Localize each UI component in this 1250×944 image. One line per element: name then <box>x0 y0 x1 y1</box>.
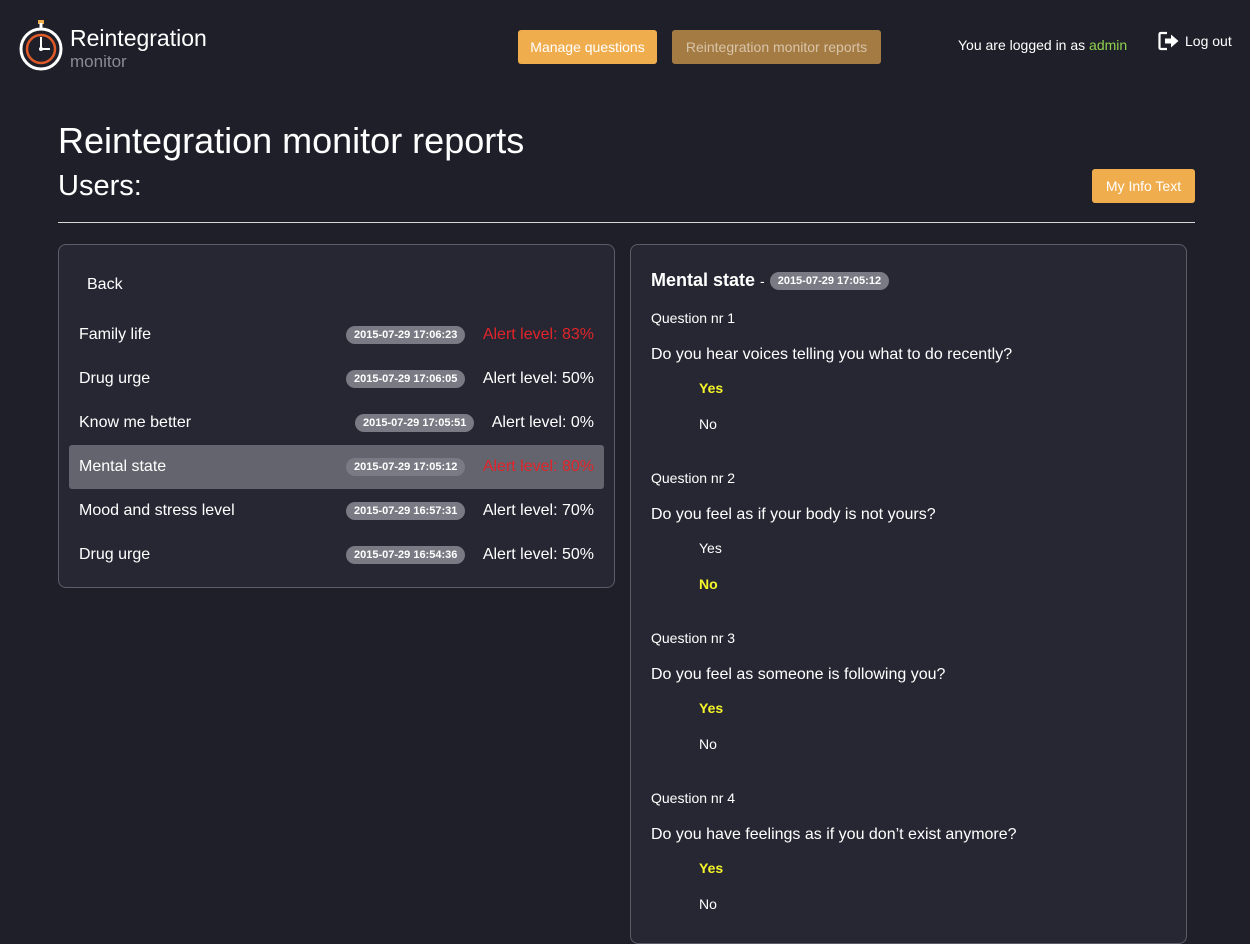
timestamp-badge: 2015-07-29 16:57:31 <box>346 502 466 520</box>
question-number: Question nr 4 <box>651 790 736 806</box>
detail-timestamp-badge: 2015-07-29 17:05:12 <box>769 271 890 290</box>
alert-level: Alert level: 80% <box>482 458 594 475</box>
detail-title: Mental state <box>651 270 756 290</box>
alert-level: Alert level: 50% <box>482 370 594 387</box>
report-title: Drug urge <box>79 546 151 563</box>
question-number: Question nr 1 <box>651 310 736 326</box>
answer-no: No <box>699 896 717 912</box>
logo-title: Reintegration <box>70 25 207 51</box>
question-text: Do you feel as if your body is not yours… <box>651 506 936 523</box>
answer-no: No <box>699 416 717 432</box>
report-detail-panel: Mental state - 2015-07-29 17:05:12 Quest… <box>630 244 1187 944</box>
logout-link[interactable]: Log out <box>1158 31 1232 51</box>
report-row[interactable]: Drug urge 2015-07-29 16:54:36 Alert leve… <box>69 533 604 577</box>
timestamp-badge: 2015-07-29 17:05:12 <box>346 458 466 476</box>
logo-subtitle: monitor <box>70 52 127 71</box>
question-text: Do you feel as someone is following you? <box>651 666 946 683</box>
question-text: Do you hear voices telling you what to d… <box>651 346 1013 363</box>
question-number: Question nr 3 <box>651 630 736 646</box>
alert-level: Alert level: 70% <box>482 502 594 519</box>
report-row[interactable]: Family life 2015-07-29 17:06:23 Alert le… <box>69 313 604 357</box>
timestamp-badge: 2015-07-29 16:54:36 <box>346 546 466 564</box>
reports-list-panel: Back Family life 2015-07-29 17:06:23 Ale… <box>58 244 615 588</box>
monitor-reports-button[interactable]: Reintegration monitor reports <box>672 30 881 64</box>
page-title: Reintegration monitor reports <box>58 120 525 161</box>
detail-header: Mental state - 2015-07-29 17:05:12 <box>651 270 890 291</box>
alert-level: Alert level: 0% <box>491 414 594 431</box>
report-row-selected[interactable]: Mental state 2015-07-29 17:05:12 Alert l… <box>69 445 604 489</box>
report-title: Know me better <box>79 414 192 431</box>
timestamp-badge: 2015-07-29 17:05:51 <box>355 414 475 432</box>
report-row[interactable]: Drug urge 2015-07-29 17:06:05 Alert leve… <box>69 357 604 401</box>
logout-label: Log out <box>1185 33 1232 49</box>
alert-level: Alert level: 83% <box>482 326 594 343</box>
my-info-text-button[interactable]: My Info Text <box>1092 169 1195 203</box>
question-text: Do you have feelings as if you don’t exi… <box>651 826 1017 843</box>
answer-yes: Yes <box>699 540 722 556</box>
report-title: Mood and stress level <box>79 502 235 519</box>
login-prefix: You are logged in as <box>958 37 1086 53</box>
answer-yes-selected: Yes <box>699 380 724 396</box>
detail-separator: - <box>760 272 765 289</box>
manage-questions-button[interactable]: Manage questions <box>518 30 657 64</box>
report-title: Mental state <box>79 458 167 475</box>
logout-icon <box>1158 31 1179 51</box>
logo-text: Reintegration monitor <box>70 25 207 71</box>
timestamp-badge: 2015-07-29 17:06:23 <box>346 326 466 344</box>
alert-level: Alert level: 50% <box>482 546 594 563</box>
username: admin <box>1089 37 1128 53</box>
answer-yes-selected: Yes <box>699 700 724 716</box>
stopwatch-icon <box>19 20 63 71</box>
navbar: Reintegration monitor Manage questions R… <box>0 0 1250 95</box>
divider <box>58 222 1195 223</box>
app-logo[interactable]: Reintegration monitor <box>19 20 207 71</box>
report-title: Drug urge <box>79 370 151 387</box>
report-row[interactable]: Mood and stress level 2015-07-29 16:57:3… <box>69 489 604 533</box>
report-row[interactable]: Know me better 2015-07-29 17:05:51 Alert… <box>69 401 604 445</box>
back-link[interactable]: Back <box>87 276 123 294</box>
page-subtitle: Users: <box>58 170 142 202</box>
answer-yes-selected: Yes <box>699 860 724 876</box>
question-number: Question nr 2 <box>651 470 736 486</box>
answer-no-selected: No <box>699 576 718 592</box>
answer-no: No <box>699 736 717 752</box>
timestamp-badge: 2015-07-29 17:06:05 <box>346 370 466 388</box>
login-info: You are logged in as admin <box>958 37 1127 53</box>
report-title: Family life <box>79 326 152 343</box>
